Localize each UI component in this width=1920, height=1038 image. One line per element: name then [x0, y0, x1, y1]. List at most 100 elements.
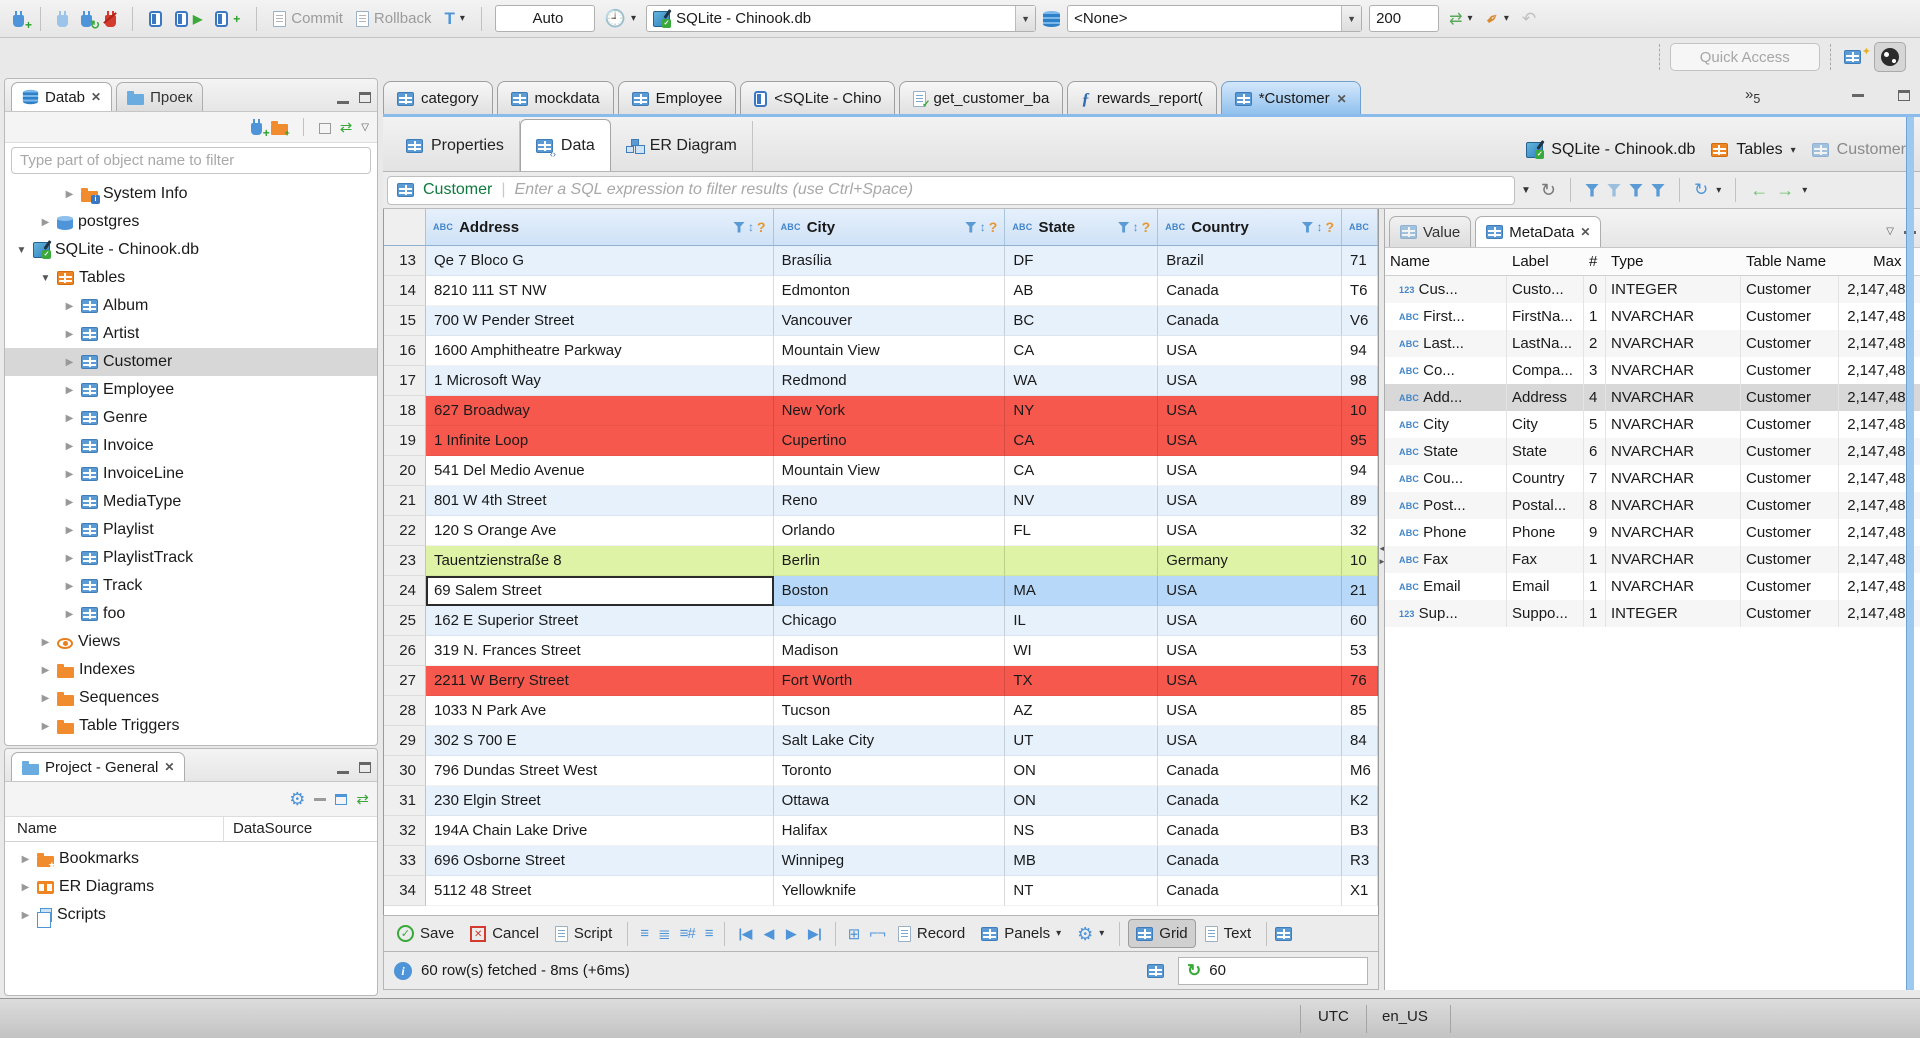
cell-state[interactable]: CA — [1005, 426, 1159, 456]
cell-postal[interactable]: 94 — [1342, 456, 1378, 486]
row-number[interactable]: 14 — [384, 276, 426, 306]
row-number[interactable]: 30 — [384, 756, 426, 786]
tree-collapsed-icon[interactable]: ▶ — [63, 441, 76, 452]
editor-tab-mockdata[interactable]: mockdata — [496, 81, 614, 115]
row-number[interactable]: 21 — [384, 486, 426, 516]
editor-tab-get-customer-ba[interactable]: ✓ get_customer_ba — [899, 81, 1064, 115]
cell-postal[interactable]: 76 — [1342, 666, 1378, 696]
tree-collapsed-icon[interactable]: ▶ — [39, 637, 52, 648]
cell-address[interactable]: 194A Chain Lake Drive — [425, 816, 774, 846]
cell-address[interactable]: Tauentzienstraße 8 — [425, 546, 774, 576]
reconnect-button[interactable]: ↻ — [78, 5, 100, 33]
metadata-row[interactable]: ABC Co... Compa... 3 NVARCHAR Customer 2,147,4… — [1385, 357, 1920, 384]
cell-state[interactable]: NY — [1005, 396, 1159, 426]
cell-country[interactable]: USA — [1158, 486, 1343, 516]
cell-address[interactable]: 69 Salem Street — [425, 576, 774, 606]
row-number[interactable]: 18 — [384, 396, 426, 426]
cell-postal[interactable]: T6 — [1342, 276, 1378, 306]
cell-city[interactable]: Halifax — [773, 816, 1006, 846]
metadata-row[interactable]: ABC Fax Fax 1 NVARCHAR Customer 2,147,483 — [1385, 546, 1920, 573]
row-number[interactable]: 31 — [384, 786, 426, 816]
meta-column-header-table-name[interactable]: Table Name — [1741, 248, 1839, 275]
column-filter-icon[interactable] — [1301, 221, 1314, 233]
meta-column-header-[interactable]: # — [1584, 248, 1606, 275]
cell-address[interactable]: 627 Broadway — [425, 396, 774, 426]
cell-country[interactable]: Brazil — [1158, 246, 1343, 276]
cell-city[interactable]: Ottawa — [773, 786, 1006, 816]
cell-city[interactable]: Yellowknife — [773, 876, 1006, 906]
tab-value[interactable]: Value — [1389, 216, 1472, 247]
cell-address[interactable]: 120 S Orange Ave — [425, 516, 774, 546]
cell-state[interactable]: IL — [1005, 606, 1159, 636]
tree-collapsed-icon[interactable]: ▶ — [39, 721, 52, 732]
cell-postal[interactable]: X1 — [1342, 876, 1378, 906]
cell-state[interactable]: ON — [1005, 756, 1159, 786]
tree-item-views[interactable]: ▶ Views — [5, 628, 377, 656]
tree-collapsed-icon[interactable]: ▶ — [63, 329, 76, 340]
navigator-filter-input[interactable]: Type part of object name to filter — [11, 147, 371, 174]
project-item-er-diagrams[interactable]: ▶ ER Diagrams — [5, 873, 377, 901]
filter-edit-icon[interactable] — [1651, 183, 1665, 197]
tree-collapsed-icon[interactable]: ▶ — [39, 693, 52, 704]
tree-expanded-icon[interactable]: ▼ — [39, 273, 52, 284]
cell-address[interactable]: 796 Dundas Street West — [425, 756, 774, 786]
cell-state[interactable]: FL — [1005, 516, 1159, 546]
metadata-row[interactable]: ABC Cou... Country 7 NVARCHAR Customer 2,147,4… — [1385, 465, 1920, 492]
cell-postal[interactable]: 53 — [1342, 636, 1378, 666]
tree-item-invoiceline[interactable]: ▶ InvoiceLine — [5, 460, 377, 488]
filter-sort-icon[interactable] — [1585, 183, 1599, 197]
cell-state[interactable]: AZ — [1005, 696, 1159, 726]
breadcrumb-table[interactable]: Customer — [1837, 141, 1906, 159]
open-perspective-button[interactable]: ✦ — [1841, 43, 1874, 71]
editor-tab-rewards-report[interactable]: ƒ rewards_report( — [1067, 81, 1217, 115]
close-icon[interactable]: ✕ — [164, 760, 174, 774]
column-header-country[interactable]: ABC Country ↕? — [1158, 209, 1343, 246]
quick-access-input[interactable]: Quick Access — [1669, 43, 1820, 71]
cell-country[interactable]: USA — [1158, 516, 1343, 546]
sql-editor-button[interactable] — [146, 5, 165, 33]
tree-expanded-icon[interactable]: ▼ — [15, 245, 28, 256]
script-button[interactable]: Script — [548, 919, 619, 948]
cell-state[interactable]: ON — [1005, 786, 1159, 816]
record-button[interactable]: Record — [891, 919, 972, 948]
maximize-editor-icon[interactable] — [1898, 90, 1911, 101]
row-number[interactable]: 25 — [384, 606, 426, 636]
cell-country[interactable]: Canada — [1158, 816, 1343, 846]
first-row-button[interactable]: |◀ — [733, 926, 757, 942]
cell-address[interactable]: 8210 111 ST NW — [425, 276, 774, 306]
cell-country[interactable]: Canada — [1158, 756, 1343, 786]
column-hint-icon[interactable]: ? — [757, 219, 766, 235]
tree-collapsed-icon[interactable]: ▶ — [63, 357, 76, 368]
tree-collapsed-icon[interactable]: ▶ — [63, 581, 76, 592]
save-button[interactable]: ✓ Save — [390, 919, 461, 948]
cell-address[interactable]: 801 W 4th Street — [425, 486, 774, 516]
cell-state[interactable]: WI — [1005, 636, 1159, 666]
fetch-size-input[interactable]: 200 — [1369, 5, 1440, 32]
tree-item-system-info[interactable]: ▶ i System Info — [5, 180, 377, 208]
next-result-icon[interactable]: → — [1776, 180, 1794, 201]
column-header-name[interactable]: Name — [17, 820, 57, 837]
row-number[interactable]: 24 — [384, 576, 426, 606]
column-sort-icon[interactable]: ↕ — [1133, 220, 1139, 234]
next-row-button[interactable]: ▶ — [781, 926, 801, 942]
settings-button[interactable]: ⚙ ▾ — [1070, 919, 1111, 948]
tree-item-playlist[interactable]: ▶ Playlist — [5, 516, 377, 544]
transaction-log-button[interactable]: 🕘 ▾ — [602, 5, 639, 33]
tab-properties[interactable]: Properties — [391, 121, 520, 171]
tree-item-postgres[interactable]: ▶ postgres — [5, 208, 377, 236]
row-number[interactable]: 32 — [384, 816, 426, 846]
cell-state[interactable]: TX — [1005, 666, 1159, 696]
cell-address[interactable]: 1033 N Park Ave — [425, 696, 774, 726]
row-number[interactable]: 16 — [384, 336, 426, 366]
cell-postal[interactable]: M6 — [1342, 756, 1378, 786]
connection-combo[interactable]: SQLite - Chinook.db ▼ — [646, 5, 1037, 32]
grid-view-toggle[interactable]: Grid — [1128, 919, 1196, 948]
rollback-button[interactable]: Rollback — [353, 5, 435, 33]
tree-item-employee[interactable]: ▶ Employee — [5, 376, 377, 404]
cell-country[interactable]: USA — [1158, 366, 1343, 396]
tree-item-customer[interactable]: ▶ Customer — [5, 348, 377, 376]
tree-collapsed-icon[interactable]: ▶ — [19, 882, 32, 893]
cell-country[interactable]: USA — [1158, 666, 1343, 696]
cancel-button[interactable]: ✕ Cancel — [463, 919, 546, 948]
chevron-down-icon[interactable]: ▾ — [1791, 145, 1796, 156]
